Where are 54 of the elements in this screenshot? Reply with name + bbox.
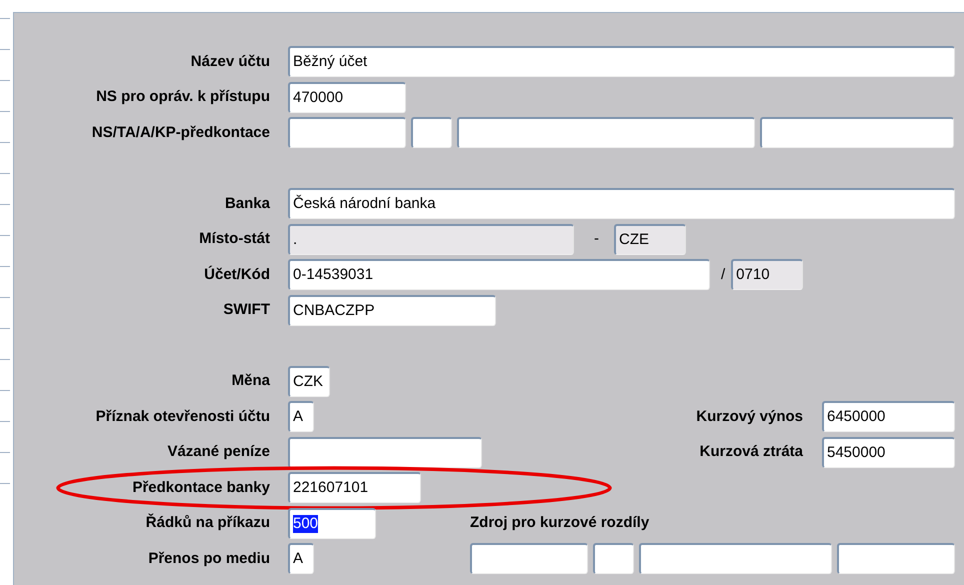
field-value: 470000 xyxy=(293,88,344,107)
input-field[interactable] xyxy=(470,543,588,574)
input-field[interactable]: 6450000 xyxy=(822,401,955,432)
field-label: Kurzový výnos xyxy=(696,406,803,426)
input-field[interactable] xyxy=(288,436,482,468)
input-field[interactable]: A xyxy=(288,543,314,574)
field-label: Banka xyxy=(224,194,270,214)
field-label: Měna xyxy=(230,371,270,391)
field-value: 0710 xyxy=(736,266,770,284)
field-value: A xyxy=(293,550,304,568)
input-field[interactable] xyxy=(639,543,832,574)
field-label: Vázané peníze xyxy=(166,442,270,462)
input-field[interactable] xyxy=(760,117,954,148)
field-label: Kurzová ztráta xyxy=(700,442,803,462)
field-value: Běžný účet xyxy=(293,53,368,72)
input-field[interactable]: 500 xyxy=(288,508,376,539)
field-label: Příznak otevřenosti účtu xyxy=(94,406,270,426)
field-value: . xyxy=(293,230,298,249)
input-field[interactable] xyxy=(411,117,452,148)
field-value: CZE xyxy=(619,230,649,249)
input-field[interactable]: A xyxy=(288,401,314,432)
field-value: CZK xyxy=(293,372,323,391)
input-field[interactable]: 470000 xyxy=(288,82,406,113)
field-label: SWIFT xyxy=(222,300,270,320)
field-value: 6450000 xyxy=(827,408,886,426)
field-label: Název účtu xyxy=(190,52,270,72)
input-field[interactable]: Česká národní banka xyxy=(288,188,955,220)
separator: / xyxy=(721,264,726,284)
field-value: Česká národní banka xyxy=(293,195,436,214)
field-value: CNBACZPP xyxy=(293,302,375,320)
field-value: 5450000 xyxy=(827,444,886,462)
field-label: Řádků na příkazu xyxy=(144,512,270,533)
input-field[interactable] xyxy=(457,117,755,148)
field-label: Účet/Kód xyxy=(203,264,270,284)
input-field[interactable] xyxy=(837,543,955,574)
separator: - xyxy=(594,229,599,249)
input-field[interactable]: CNBACZPP xyxy=(288,294,496,326)
field-value: 500 xyxy=(293,514,318,533)
field-label: Přenos po mediu xyxy=(147,548,270,568)
field-label: NS/TA/A/KP-předkontace xyxy=(90,122,270,142)
field-value: 0-14539031 xyxy=(293,266,374,284)
input-field[interactable] xyxy=(288,117,406,148)
input-field[interactable]: Běžný účet xyxy=(288,46,955,78)
field-value: A xyxy=(293,408,304,426)
input-field[interactable]: CZK xyxy=(288,366,330,397)
input-field[interactable]: 0-14539031 xyxy=(288,259,710,290)
field-value: 221607101 xyxy=(293,479,368,498)
input-field[interactable] xyxy=(593,543,634,574)
input-field[interactable]: 5450000 xyxy=(822,436,955,468)
field-label: NS pro opráv. k přístupu xyxy=(95,87,270,107)
field-label: Předkontace banky xyxy=(131,478,270,498)
field-label: Místo-stát xyxy=(198,229,270,249)
input-field[interactable]: 221607101 xyxy=(288,472,421,504)
section-heading: Zdroj pro kurzové rozdíly xyxy=(470,513,650,533)
